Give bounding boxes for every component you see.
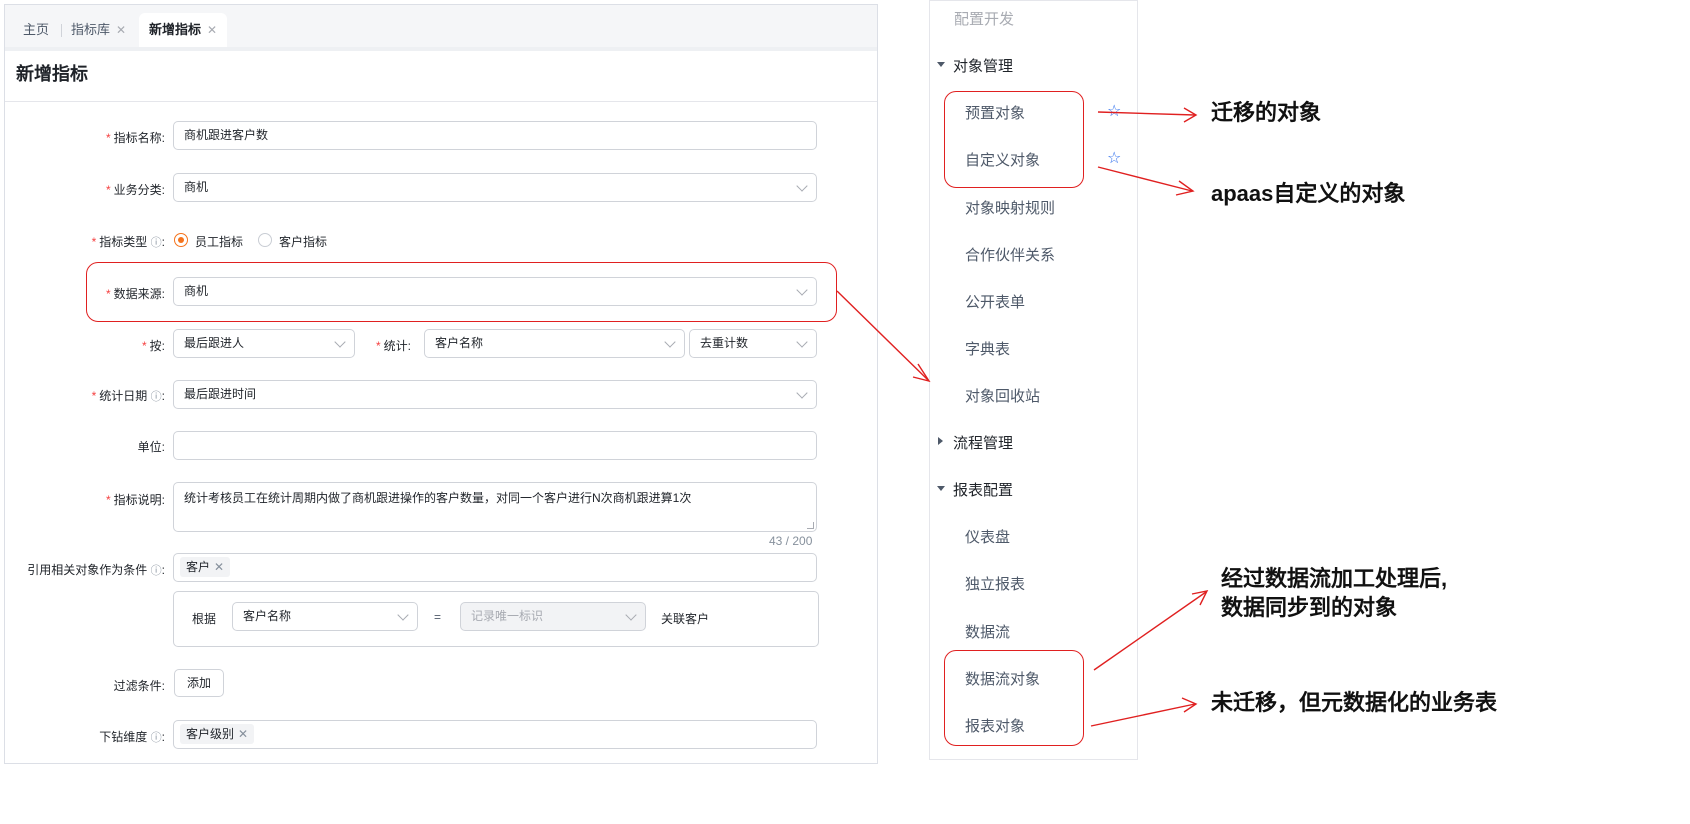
arrow-not-migrated — [1090, 703, 1196, 727]
arrow-dataflow — [1093, 591, 1207, 671]
arrow-data-source — [836, 290, 929, 381]
arrow-apaas — [1097, 166, 1193, 192]
note-migrated-objects: 迁移的对象 — [1211, 100, 1322, 125]
arrow-migrated — [1097, 111, 1196, 116]
note-apaas-custom-objects: apaas自定义的对象 — [1211, 181, 1406, 206]
note-not-migrated: 未迁移，但元数据化的业务表 — [1211, 690, 1498, 715]
note-dataflow-line2: 数据同步到的对象 — [1221, 595, 1398, 620]
note-dataflow-line1: 经过数据流加工处理后, — [1221, 566, 1448, 591]
